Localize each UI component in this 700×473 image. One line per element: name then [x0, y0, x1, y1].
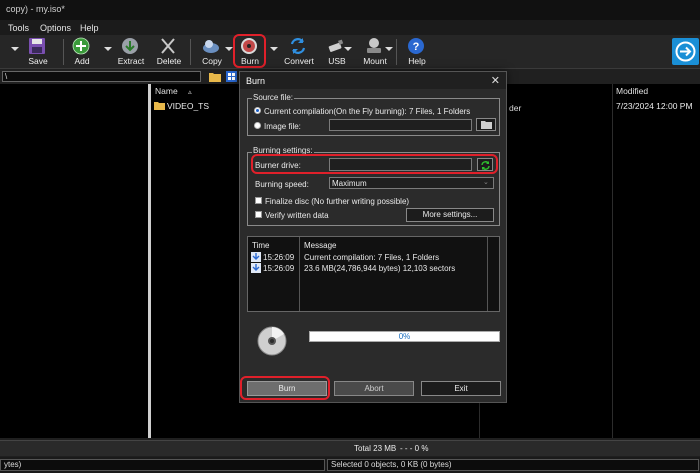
extract-globe-icon: [122, 38, 138, 54]
burn-start-highlight: [240, 376, 330, 400]
convert-arrows-icon: [290, 38, 306, 54]
mount-drive-icon: [367, 38, 381, 53]
column-header-modified[interactable]: Modified: [616, 86, 648, 96]
help-label: Help: [408, 56, 426, 66]
column-header-name[interactable]: Name ▵: [155, 86, 192, 96]
status-bar: ytes) Selected 0 objects, 0 KB (0 bytes): [0, 457, 700, 473]
next-arrow-icon[interactable]: [672, 38, 699, 65]
copy-disc-icon: [203, 40, 219, 53]
delete-label: Delete: [156, 56, 182, 66]
window-title: copy) - my.iso*: [6, 4, 65, 14]
copy-label: Copy: [202, 56, 222, 66]
log-time: 15:26:09: [263, 264, 295, 273]
log-row: 15:26:09 Current compilation: 7 Files, 1…: [251, 252, 486, 263]
status-bar-total: Total 23 MB - - - 0 %: [0, 440, 700, 456]
column-name-label: Name: [155, 86, 178, 96]
convert-button[interactable]: Convert: [278, 35, 320, 69]
log-scrollbar-divider: [487, 237, 488, 311]
current-compilation-label[interactable]: Current compilation(On the Fly burning):…: [264, 107, 470, 116]
address-input[interactable]: \: [2, 71, 201, 82]
status-left: ytes): [0, 459, 325, 471]
menu-bar: Tools Options Help: [0, 20, 700, 35]
usb-label: USB: [328, 56, 346, 66]
mount-dropdown-caret[interactable]: [385, 47, 393, 51]
view-toggle-icon[interactable]: [226, 71, 237, 82]
toolbar: Save Add Extract Delete Copy Burn Conver…: [0, 34, 700, 69]
status-percent: - - - 0 %: [400, 444, 429, 453]
verify-data-checkbox[interactable]: [255, 211, 262, 218]
convert-label: Convert: [284, 56, 314, 66]
file-modified: 7/23/2024 12:00 PM: [616, 101, 693, 111]
disc-icon: [257, 326, 287, 356]
burn-log[interactable]: Time Message 15:26:09 Current compilatio…: [247, 236, 500, 312]
close-icon[interactable]: ✕: [491, 74, 500, 87]
chevron-down-icon: ⌄: [483, 179, 489, 186]
help-button[interactable]: ? Help: [396, 35, 438, 69]
add-globe-icon: [72, 37, 90, 55]
more-settings-button[interactable]: More settings...: [406, 208, 494, 222]
image-file-label[interactable]: Image file:: [264, 122, 301, 131]
add-button[interactable]: Add: [61, 35, 103, 69]
abort-button[interactable]: Abort: [334, 381, 414, 396]
image-file-input[interactable]: [329, 119, 472, 131]
info-download-icon: [251, 263, 261, 273]
burning-speed-label: Burning speed:: [255, 180, 309, 189]
file-name: VIDEO_TS: [167, 101, 210, 111]
finalize-disc-label[interactable]: Finalize disc (No further writing possib…: [265, 197, 409, 206]
log-time: 15:26:09: [263, 253, 295, 262]
sort-ascending-icon: ▵: [188, 89, 192, 96]
mount-button[interactable]: Mount: [354, 35, 396, 69]
log-message: 23.6 MB(24,786,944 bytes) 12,103 sectors: [304, 264, 456, 273]
save-button[interactable]: Save: [17, 35, 59, 69]
burning-speed-value: Maximum: [332, 179, 367, 188]
extract-button[interactable]: Extract: [110, 35, 152, 69]
source-file-group-label: Source file:: [252, 93, 295, 102]
delete-scissors-icon: [161, 38, 175, 54]
usb-drive-icon: [328, 39, 344, 52]
burning-speed-select[interactable]: Maximum ⌄: [329, 177, 494, 189]
log-message: Current compilation: 7 Files, 1 Folders: [304, 253, 440, 262]
extract-label: Extract: [117, 56, 145, 66]
finalize-disc-checkbox[interactable]: [255, 197, 262, 204]
progress-text: 0%: [398, 332, 411, 341]
current-compilation-radio[interactable]: [254, 107, 261, 114]
dialog-title: Burn: [246, 76, 266, 86]
folder-up-icon[interactable]: [209, 71, 221, 82]
folder-open-icon: [481, 121, 492, 129]
copy-button[interactable]: Copy: [191, 35, 233, 69]
help-icon: ?: [408, 38, 424, 54]
usb-dropdown-caret[interactable]: [344, 47, 352, 51]
delete-button[interactable]: Delete: [148, 35, 190, 69]
status-total: Total 23 MB: [354, 444, 397, 453]
save-label: Save: [28, 56, 48, 66]
exit-button[interactable]: Exit: [421, 381, 501, 396]
menu-tools[interactable]: Tools: [8, 23, 29, 33]
usb-button[interactable]: USB: [316, 35, 358, 69]
folder-tree-pane[interactable]: [0, 84, 148, 438]
add-label: Add: [74, 56, 90, 66]
browse-image-button[interactable]: [476, 118, 496, 131]
burn-dropdown-caret[interactable]: [270, 47, 278, 51]
svg-text:?: ?: [413, 41, 420, 53]
folder-icon: [154, 102, 165, 110]
verify-data-label[interactable]: Verify written data: [265, 211, 329, 220]
burn-highlight: [233, 34, 266, 68]
burn-progress-bar: 0%: [309, 331, 500, 342]
dialog-title-bar: Burn ✕: [240, 72, 506, 89]
window-title-bar: copy) - my.iso*: [0, 0, 700, 20]
log-header-message: Message: [304, 241, 337, 250]
burner-drive-highlight: [251, 154, 498, 174]
column-divider: [612, 84, 613, 438]
mount-label: Mount: [363, 56, 387, 66]
status-selected: Selected 0 objects, 0 KB (0 bytes): [327, 459, 699, 471]
menu-help[interactable]: Help: [80, 23, 99, 33]
log-row: 15:26:09 23.6 MB(24,786,944 bytes) 12,10…: [251, 263, 486, 274]
menu-options[interactable]: Options: [40, 23, 71, 33]
floppy-disk-icon: [29, 38, 45, 54]
image-file-radio[interactable]: [254, 122, 261, 129]
burn-dialog: Burn ✕ Source file: Current compilation(…: [239, 71, 507, 403]
info-download-icon: [251, 252, 261, 262]
log-column-divider: [299, 237, 300, 311]
log-header-time: Time: [252, 241, 270, 250]
